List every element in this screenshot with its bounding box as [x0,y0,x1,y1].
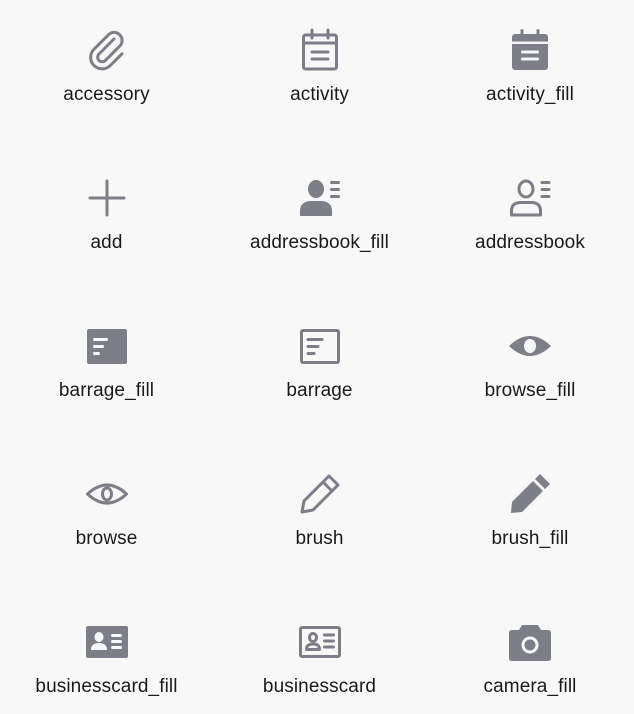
icon-label: addressbook [475,232,585,253]
icon-label: businesscard_fill [35,676,178,697]
icon-label: add [90,232,123,253]
icon-label: addressbook_fill [250,232,389,253]
icon-cell-camera-fill[interactable]: camera_fill [426,592,634,714]
icon-label: accessory [63,84,150,105]
icon-cell-accessory[interactable]: accessory [0,0,213,148]
icon-cell-browse[interactable]: browse [0,444,213,592]
icon-cell-businesscard[interactable]: businesscard [213,592,426,714]
plus-icon [83,174,131,222]
icon-cell-add[interactable]: add [0,148,213,296]
icon-label: activity_fill [486,84,574,105]
businesscard-filled-icon [83,618,131,666]
icon-cell-addressbook[interactable]: addressbook [426,148,634,296]
icon-label: businesscard [262,676,377,697]
barrage-icon [296,322,344,370]
icon-cell-barrage-fill[interactable]: barrage_fill [0,296,213,444]
paperclip-icon [83,26,131,74]
pencil-filled-icon [506,470,554,518]
camera-filled-icon [506,618,554,666]
eye-filled-icon [506,322,554,370]
addressbook-filled-icon [296,174,344,222]
icon-grid: accessory activity activity_fill add add… [0,0,634,714]
eye-icon [83,470,131,518]
icon-label: brush [295,528,344,549]
pencil-icon [296,470,344,518]
icon-cell-brush[interactable]: brush [213,444,426,592]
icon-label: activity [290,84,349,105]
addressbook-icon [506,174,554,222]
icon-cell-browse-fill[interactable]: browse_fill [426,296,634,444]
calendar-icon [296,26,344,74]
barrage-filled-icon [83,322,131,370]
icon-cell-brush-fill[interactable]: brush_fill [426,444,634,592]
icon-cell-barrage[interactable]: barrage [213,296,426,444]
icon-label: brush_fill [491,528,569,549]
icon-label: camera_fill [483,676,577,697]
icon-cell-activity[interactable]: activity [213,0,426,148]
icon-label: barrage [286,380,353,401]
icon-cell-businesscard-fill[interactable]: businesscard_fill [0,592,213,714]
icon-label: browse [75,528,138,549]
icon-cell-addressbook-fill[interactable]: addressbook_fill [213,148,426,296]
icon-label: barrage_fill [58,380,155,401]
businesscard-icon [296,618,344,666]
calendar-filled-icon [506,26,554,74]
icon-cell-activity-fill[interactable]: activity_fill [426,0,634,148]
icon-label: browse_fill [484,380,576,401]
